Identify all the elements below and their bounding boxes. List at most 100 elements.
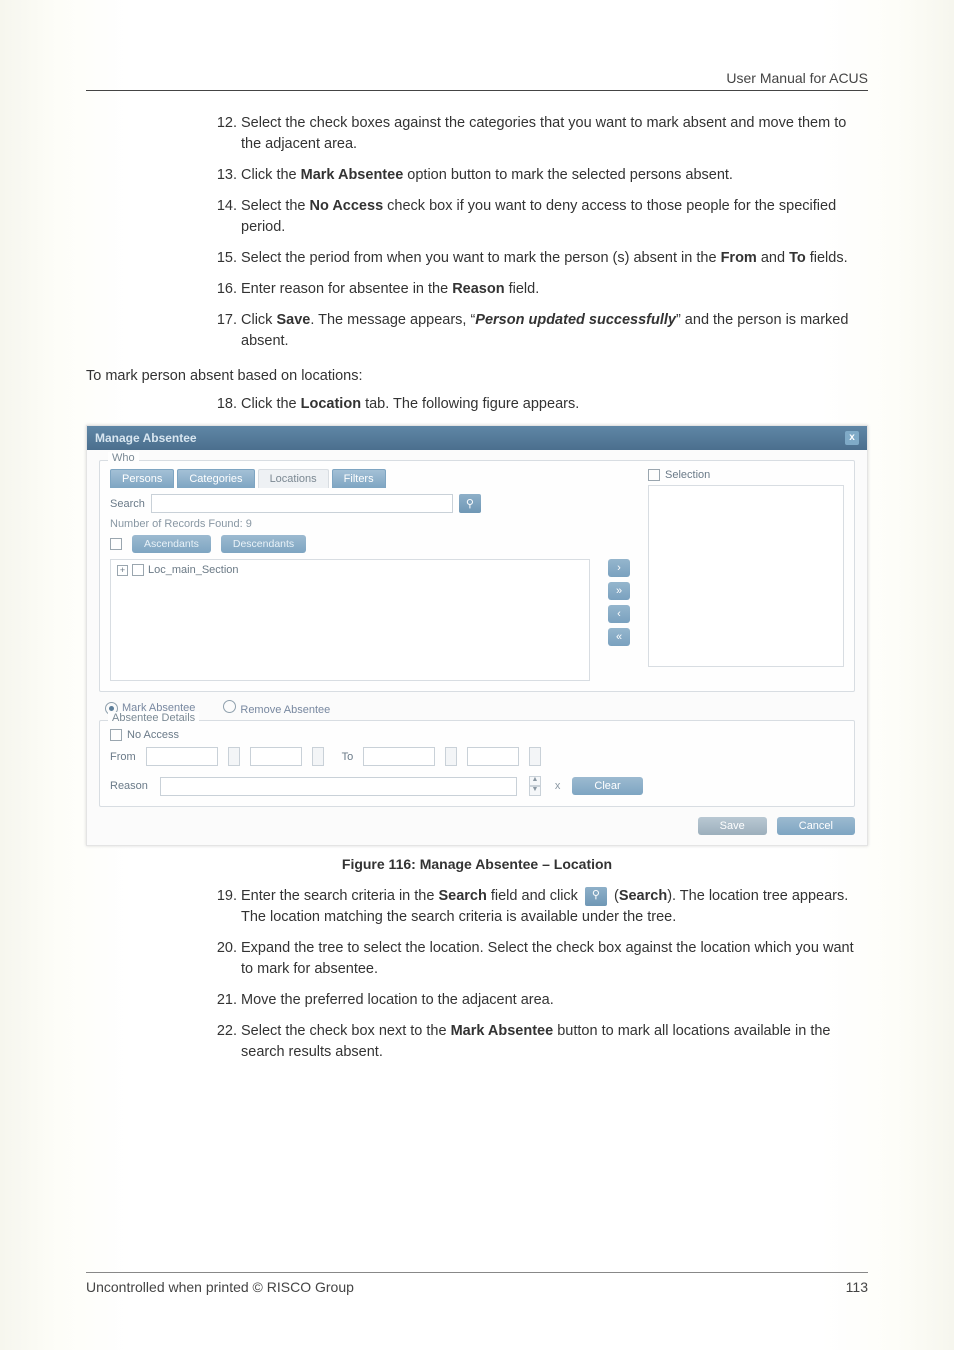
b: Reason [452,281,504,297]
b: Location [301,396,361,412]
t: Click the [241,396,301,412]
t: Select the period from when you want to … [241,250,721,266]
move-right-button[interactable]: › [608,559,630,577]
t: Enter the search criteria in the [241,888,438,904]
t: option button to mark the selected perso… [403,167,733,183]
search-icon[interactable]: ⚲ [459,494,481,513]
b: Mark Absentee [301,167,404,183]
descendants-button[interactable]: Descendants [221,535,306,553]
from-time-stepper[interactable] [312,747,324,766]
save-button[interactable]: Save [698,817,767,835]
who-tabs: Persons Categories Locations Filters [110,469,590,488]
stepper-up-icon[interactable]: ▲ [529,776,541,786]
tab-filters[interactable]: Filters [332,469,386,488]
search-icon: ⚲ [585,887,607,906]
reason-label: Reason [110,780,148,792]
b: Search [438,888,486,904]
window-titlebar: Manage Absentee x [87,426,867,450]
b: From [721,250,757,266]
figure-caption: Figure 116: Manage Absentee – Location [86,856,868,872]
t: Click the [241,167,301,183]
to-label: To [342,751,354,763]
tree-item-checkbox[interactable] [132,564,144,576]
select-all-checkbox[interactable] [110,538,122,550]
tree-item-label: Loc_main_Section [148,564,239,576]
selection-checkbox[interactable] [648,469,660,481]
steps-19-22: Enter the search criteria in the Search … [86,886,868,1063]
t: Expand the tree to select the location. … [241,940,854,977]
t: Move the preferred location to the adjac… [241,992,554,1008]
step-21: Move the preferred location to the adjac… [241,990,868,1011]
to-time-input[interactable] [467,747,519,766]
who-fieldset: Who Persons Categories Locations Filters… [99,460,855,692]
step-20: Expand the tree to select the location. … [241,938,868,980]
tab-locations[interactable]: Locations [258,469,329,488]
from-date-picker-icon[interactable] [228,747,240,766]
b: Save [276,312,310,328]
to-time-stepper[interactable] [529,747,541,766]
radio-dot-icon [223,700,236,713]
page-header: User Manual for ACUS [86,70,868,91]
from-time-input[interactable] [250,747,302,766]
stepper-down-icon[interactable]: ▼ [529,786,541,796]
mult-icon: x [555,780,561,792]
b: Search [619,888,667,904]
tab-persons[interactable]: Persons [110,469,174,488]
t: field and click [487,888,582,904]
footer-left: Uncontrolled when printed © RISCO Group [86,1279,354,1295]
t: Select the [241,198,310,214]
no-access-label: No Access [127,729,179,741]
move-all-right-button[interactable]: » [608,582,630,600]
expand-icon[interactable]: + [117,565,128,576]
t: Click [241,312,276,328]
ascendants-button[interactable]: Ascendants [132,535,211,553]
move-all-left-button[interactable]: « [608,628,630,646]
tab-categories[interactable]: Categories [177,469,254,488]
location-tree[interactable]: + Loc_main_Section [110,559,590,681]
to-date-input[interactable] [363,747,435,766]
reason-input[interactable] [160,777,517,796]
step-18: Click the Location tab. The following fi… [241,394,868,415]
selection-list[interactable] [648,485,844,667]
from-label: From [110,751,136,763]
step-17: Click Save. The message appears, “Person… [241,310,868,352]
t: tab. The following figure appears. [361,396,579,412]
t: . The message appears, “ [310,312,475,328]
para-locations: To mark person absent based on locations… [86,368,868,384]
b: To [789,250,806,266]
reason-stepper[interactable]: ▲ ▼ [529,776,541,796]
step-16: Enter reason for absentee in the Reason … [241,279,868,300]
step-19: Enter the search criteria in the Search … [241,886,868,928]
i: Person updated successfully [475,312,676,328]
records-found-label: Number of Records Found: 9 [110,518,590,530]
close-icon[interactable]: x [845,431,859,445]
steps-12-17: Select the check boxes against the categ… [86,113,868,352]
radio-label: Remove Absentee [240,704,330,716]
page-footer: Uncontrolled when printed © RISCO Group … [86,1272,868,1295]
step-15: Select the period from when you want to … [241,248,868,269]
step-18-list: Click the Location tab. The following fi… [86,394,868,415]
search-label: Search [110,498,145,510]
move-left-button[interactable]: ‹ [608,605,630,623]
t: fields. [806,250,848,266]
from-date-input[interactable] [146,747,218,766]
selection-label: Selection [665,469,710,481]
radio-remove-absentee[interactable]: Remove Absentee [223,700,330,716]
tree-item[interactable]: + Loc_main_Section [117,564,583,576]
t: field. [505,281,540,297]
transfer-arrows: › » ‹ « [608,469,630,681]
t: and [757,250,789,266]
who-legend: Who [108,452,139,464]
absentee-details-fieldset: Absentee Details No Access From To [99,720,855,807]
clear-button[interactable]: Clear [572,777,642,795]
search-input[interactable] [151,494,453,513]
details-legend: Absentee Details [108,712,199,724]
cancel-button[interactable]: Cancel [777,817,855,835]
b: Mark Absentee [451,1023,554,1039]
step-13: Click the Mark Absentee option button to… [241,165,868,186]
footer-page-number: 113 [846,1279,868,1295]
no-access-checkbox[interactable] [110,729,122,741]
to-date-picker-icon[interactable] [445,747,457,766]
step-12: Select the check boxes against the categ… [241,113,868,155]
t: Enter reason for absentee in the [241,281,452,297]
